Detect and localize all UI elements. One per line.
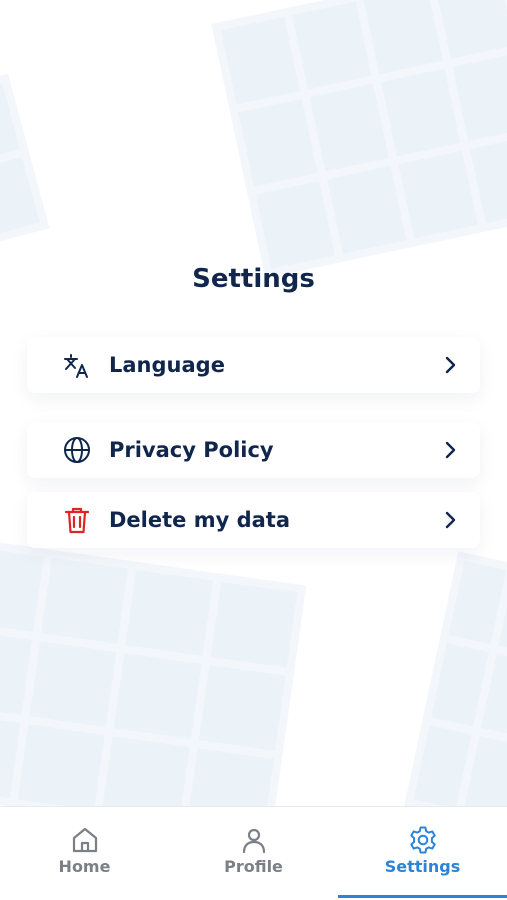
active-tab-indicator bbox=[338, 895, 507, 898]
tab-profile-label: Profile bbox=[224, 857, 283, 876]
privacy-policy-label: Privacy Policy bbox=[109, 438, 274, 462]
home-icon bbox=[70, 825, 100, 855]
translate-icon bbox=[61, 349, 93, 381]
tab-home-label: Home bbox=[58, 857, 111, 876]
delete-data-label: Delete my data bbox=[109, 508, 291, 532]
chevron-right-icon bbox=[440, 510, 460, 530]
delete-data-menu-item[interactable]: Delete my data bbox=[27, 492, 480, 548]
privacy-policy-menu-item[interactable]: Privacy Policy bbox=[27, 422, 480, 478]
tab-home[interactable]: Home bbox=[0, 807, 169, 900]
trash-icon bbox=[61, 504, 93, 536]
page-title: Settings bbox=[192, 264, 315, 294]
tab-settings-label: Settings bbox=[384, 857, 461, 876]
chevron-right-icon bbox=[440, 440, 460, 460]
tab-settings[interactable]: Settings bbox=[338, 807, 507, 900]
tab-profile[interactable]: Profile bbox=[169, 807, 338, 900]
language-label: Language bbox=[109, 353, 225, 377]
user-icon bbox=[239, 825, 269, 855]
chevron-right-icon bbox=[440, 355, 460, 375]
bottom-tab-bar: Home Profile Settings bbox=[0, 806, 507, 900]
globe-icon bbox=[61, 434, 93, 466]
gear-icon bbox=[408, 825, 438, 855]
language-menu-item[interactable]: Language bbox=[27, 337, 480, 393]
